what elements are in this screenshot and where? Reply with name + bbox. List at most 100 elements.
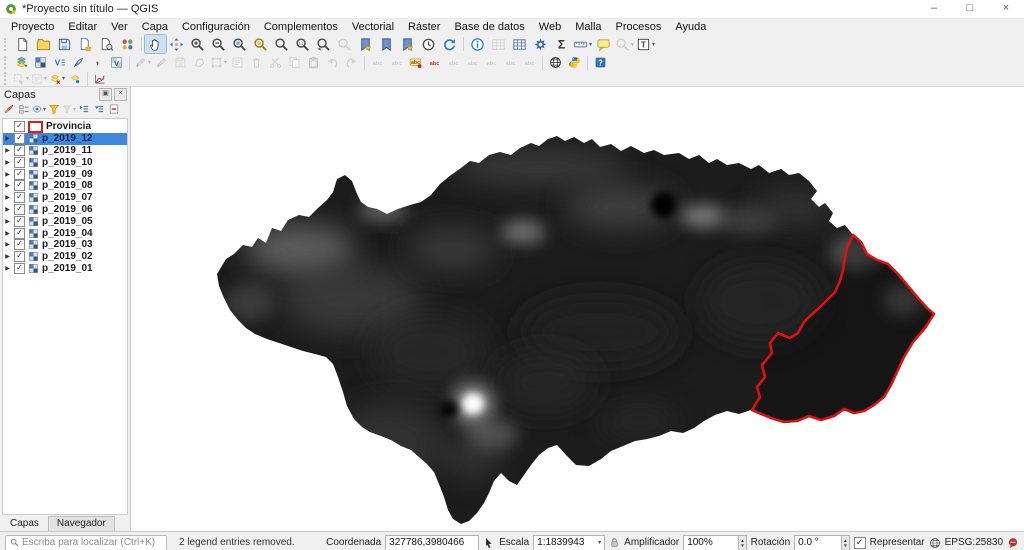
menu-base-de-datos[interactable]: Base de datos <box>447 21 531 33</box>
menu-ver[interactable]: Ver <box>104 21 135 33</box>
zoom-out-button[interactable] <box>208 35 229 53</box>
layer-expand-arrow-icon[interactable]: ▶ <box>4 171 11 178</box>
vertex-tool-dropdown-icon[interactable]: ▾ <box>224 59 227 66</box>
toggle-extents-icon[interactable] <box>483 537 495 549</box>
menu-configuraci-n[interactable]: Configuración <box>175 21 257 33</box>
open-layer-styling-panel-button[interactable] <box>2 102 16 116</box>
bookmark-manager-button[interactable] <box>397 35 418 53</box>
close-panel-icon[interactable]: × <box>114 88 127 101</box>
add-mesh-layer-button[interactable] <box>69 55 88 70</box>
add-vector-layer-button[interactable] <box>50 55 69 70</box>
filter-legend-by-expression-dropdown-icon[interactable]: ▾ <box>73 106 76 113</box>
rotation-spin-buttons[interactable]: ▲▼ <box>842 535 849 550</box>
layer-row-p-2019-10[interactable]: ▶✓p_2019_10 <box>3 156 127 168</box>
open-project-button[interactable] <box>33 35 54 53</box>
scale-dropdown-icon[interactable]: ▾ <box>598 539 601 546</box>
layout-manager-button[interactable] <box>96 35 117 53</box>
menu-proyecto[interactable]: Proyecto <box>4 21 61 33</box>
refresh-map-button[interactable] <box>439 35 460 53</box>
pan-to-selection-button[interactable] <box>166 35 187 53</box>
layer-row-p-2019-05[interactable]: ▶✓p_2019_05 <box>3 215 127 227</box>
maximize-button[interactable]: □ <box>952 0 988 18</box>
layer-visibility-checkbox[interactable]: ✓ <box>14 228 25 239</box>
layer-visibility-checkbox[interactable]: ✓ <box>14 263 25 274</box>
menu-malla[interactable]: Malla <box>568 21 608 33</box>
layer-visibility-checkbox[interactable]: ✓ <box>14 239 25 250</box>
manage-map-themes-dropdown-icon[interactable]: ▾ <box>43 106 46 113</box>
zoom-to-selection-button[interactable] <box>250 35 271 53</box>
magnifier-spin-buttons[interactable]: ▲▼ <box>739 535 746 550</box>
layer-expand-arrow-icon[interactable]: ▶ <box>4 147 11 154</box>
crs-status[interactable]: EPSG:25830 <box>945 537 1003 548</box>
pan-map-button[interactable] <box>145 35 166 53</box>
layer-visibility-checkbox[interactable]: ✓ <box>14 180 25 191</box>
deselect-features-button[interactable]: ▾ <box>48 72 66 85</box>
layer-visibility-checkbox[interactable]: ✓ <box>14 121 25 132</box>
current-edits-dropdown-icon[interactable]: ▾ <box>148 59 151 66</box>
layer-expand-arrow-icon[interactable]: ▶ <box>4 241 11 248</box>
python-console-button[interactable] <box>565 55 584 70</box>
magnifier-value[interactable]: 100% <box>683 535 739 550</box>
layer-row-provincia[interactable]: ✓Provincia <box>3 121 127 133</box>
filter-legend-button[interactable] <box>47 102 61 116</box>
deselect-features-dropdown-icon[interactable]: ▾ <box>62 75 65 82</box>
new-annotation-dropdown-icon[interactable]: ▾ <box>631 41 634 48</box>
scale-combobox[interactable]: 1:1839943 ▾ <box>533 535 605 550</box>
new-project-button[interactable] <box>12 35 33 53</box>
menu-web[interactable]: Web <box>532 21 568 33</box>
layer-visibility-checkbox[interactable]: ✓ <box>14 216 25 227</box>
layer-visibility-checkbox[interactable]: ✓ <box>14 133 25 144</box>
layer-expand-arrow-icon[interactable]: ▶ <box>4 135 11 142</box>
layer-visibility-checkbox[interactable]: ✓ <box>14 251 25 262</box>
crs-globe-icon[interactable] <box>929 537 941 549</box>
layer-row-p-2019-06[interactable]: ▶✓p_2019_06 <box>3 204 127 216</box>
layer-expand-arrow-icon[interactable]: ▶ <box>4 230 11 237</box>
layer-labeling-button[interactable] <box>406 55 425 70</box>
zoom-full-extent-button[interactable] <box>229 35 250 53</box>
help-contents-button[interactable] <box>591 55 610 70</box>
layer-row-p-2019-09[interactable]: ▶✓p_2019_09 <box>3 168 127 180</box>
panel-tab-navegador[interactable]: Navegador <box>48 516 115 531</box>
zoom-in-button[interactable] <box>187 35 208 53</box>
select-by-location-button[interactable] <box>66 72 84 85</box>
lock-scale-icon[interactable] <box>609 537 620 548</box>
new-print-layout-button[interactable] <box>75 35 96 53</box>
add-group-button[interactable] <box>17 102 31 116</box>
select-by-form-dropdown-icon[interactable]: ▾ <box>44 75 47 82</box>
elevation-profile-button[interactable] <box>91 72 109 85</box>
layer-row-p-2019-01[interactable]: ▶✓p_2019_01 <box>3 263 127 275</box>
text-annotation-dropdown-icon[interactable]: ▾ <box>652 41 655 48</box>
zoom-to-layer-button[interactable] <box>271 35 292 53</box>
text-annotation-button[interactable]: ▾ <box>635 35 656 53</box>
layer-row-p-2019-03[interactable]: ▶✓p_2019_03 <box>3 239 127 251</box>
layer-expand-arrow-icon[interactable]: ▶ <box>4 253 11 260</box>
open-data-source-manager-button[interactable] <box>12 55 31 70</box>
layer-expand-arrow-icon[interactable]: ▶ <box>4 159 11 166</box>
layer-labeling-single-button[interactable] <box>425 55 444 70</box>
temporal-controller-button[interactable] <box>418 35 439 53</box>
locator-search-input[interactable]: Escriba para localizar (Ctrl+K) <box>5 535 167 550</box>
layer-visibility-checkbox[interactable]: ✓ <box>14 204 25 215</box>
add-raster-layer-button[interactable] <box>31 55 50 70</box>
show-spatial-bookmarks-button[interactable] <box>376 35 397 53</box>
magnifier-spinbox[interactable]: 100% ▲▼ <box>683 535 746 550</box>
render-checkbox[interactable]: ✓ <box>854 537 866 549</box>
menu-complementos[interactable]: Complementos <box>257 21 345 33</box>
float-panel-icon[interactable]: ▣ <box>99 88 112 101</box>
layer-row-p-2019-08[interactable]: ▶✓p_2019_08 <box>3 180 127 192</box>
layer-visibility-checkbox[interactable]: ✓ <box>14 145 25 156</box>
layer-expand-arrow-icon[interactable]: ▶ <box>4 182 11 189</box>
save-project-button[interactable] <box>54 35 75 53</box>
manage-map-themes-button[interactable]: ▾ <box>32 102 46 116</box>
map-tips-button[interactable] <box>593 35 614 53</box>
layer-row-p-2019-04[interactable]: ▶✓p_2019_04 <box>3 227 127 239</box>
processing-toolbox-button[interactable] <box>530 35 551 53</box>
menu-r-ster[interactable]: Ráster <box>401 21 447 33</box>
minimize-button[interactable]: – <box>916 0 952 18</box>
add-delimited-text-layer-button[interactable] <box>88 55 107 70</box>
statistical-summary-button[interactable] <box>551 35 572 53</box>
messages-icon[interactable] <box>1007 537 1019 549</box>
identify-features-button[interactable] <box>467 35 488 53</box>
menu-capa[interactable]: Capa <box>135 21 175 33</box>
layer-expand-arrow-icon[interactable]: ▶ <box>4 218 11 225</box>
